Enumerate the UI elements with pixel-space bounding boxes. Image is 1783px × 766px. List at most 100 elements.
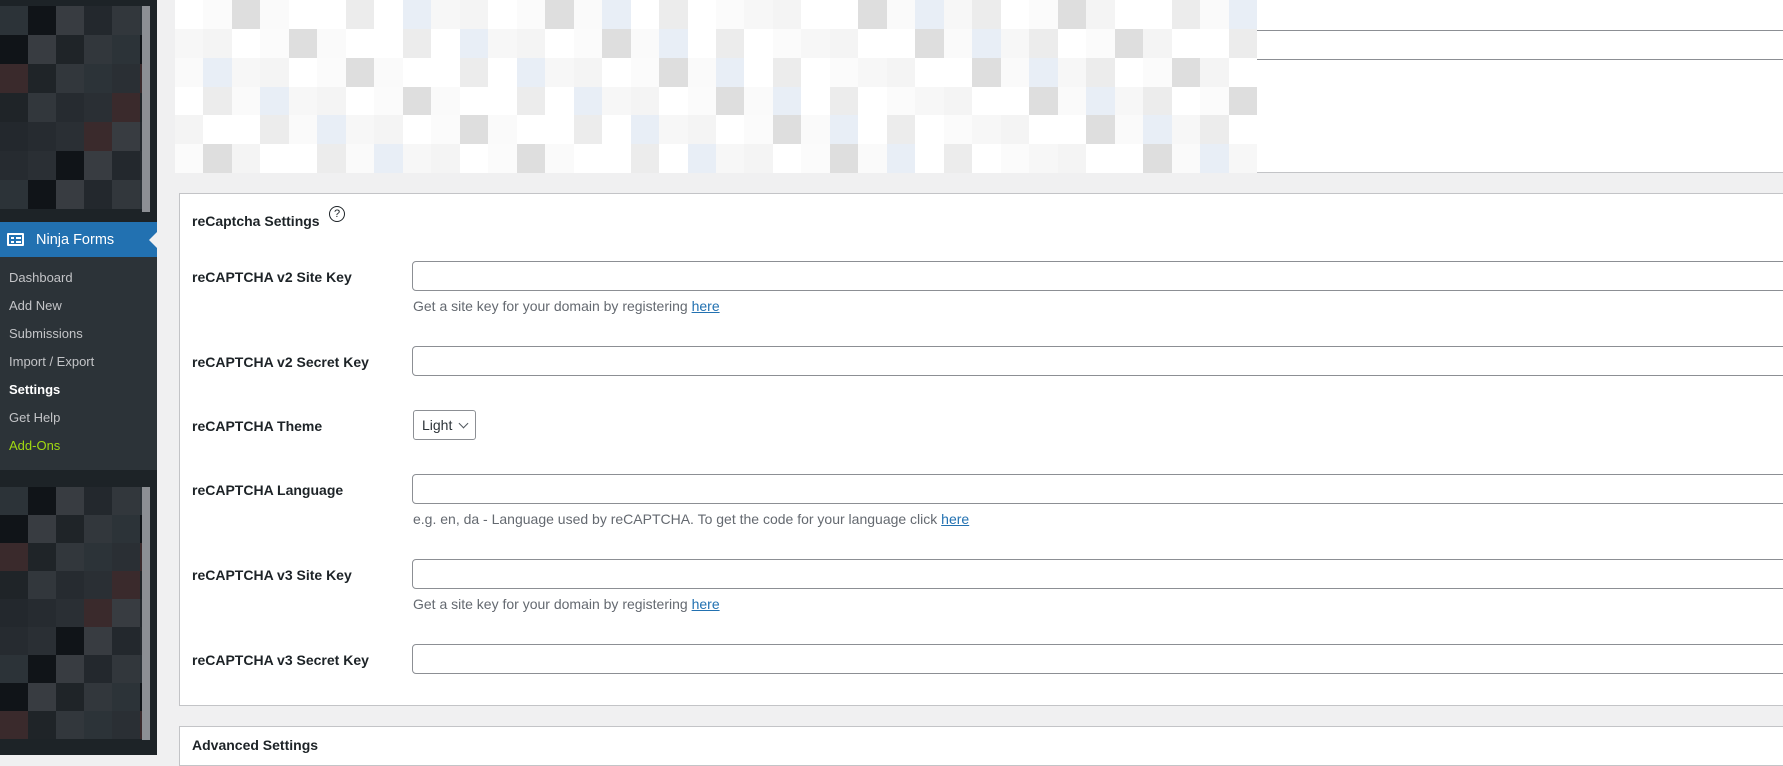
redaction-cell: [886, 28, 916, 58]
redaction-cell: [772, 144, 802, 173]
redaction-cell: [602, 144, 631, 173]
redaction-cell: [28, 122, 56, 151]
redaction-cell: [288, 28, 318, 58]
redaction-cell: [288, 57, 318, 87]
redaction-cell: [459, 0, 489, 29]
redaction-cell: [801, 86, 830, 116]
submenu-import-export[interactable]: Import / Export: [0, 348, 157, 376]
redaction-cell: [203, 115, 232, 145]
redaction-cell: [28, 599, 56, 627]
v2-site-key-input[interactable]: [412, 261, 1783, 291]
redaction-cell: [1057, 57, 1087, 87]
redaction-cell: [1057, 115, 1087, 145]
theme-select-value: Light: [422, 417, 453, 433]
submenu-submissions[interactable]: Submissions: [0, 320, 157, 348]
redaction-cell: [431, 0, 460, 29]
redaction-cell: [84, 122, 112, 151]
v3-secret-key-input[interactable]: [412, 644, 1783, 674]
v3-site-key-register-link[interactable]: here: [692, 596, 720, 612]
language-input[interactable]: [412, 474, 1783, 504]
redaction-cell: [56, 487, 84, 515]
submenu-dashboard[interactable]: Dashboard: [0, 264, 157, 292]
sidebar-scrollbar-bottom[interactable]: [142, 487, 150, 740]
redaction-cell: [345, 115, 375, 145]
redaction-cell: [288, 144, 318, 173]
redaction-cell: [84, 6, 112, 35]
redaction-cell: [203, 57, 232, 87]
redaction-cell: [915, 0, 944, 29]
redaction-cell: [175, 57, 204, 87]
redaction-cell: [858, 57, 887, 87]
menu-ninja-forms-label: Ninja Forms: [36, 231, 115, 248]
redaction-cell: [716, 28, 745, 58]
redaction-cell: [402, 115, 432, 145]
redaction-cell: [858, 0, 887, 29]
redaction-cell: [1171, 57, 1201, 87]
redaction-cell: [175, 28, 204, 58]
redaction-cell: [1228, 115, 1257, 145]
redaction-cell: [602, 28, 631, 58]
help-icon[interactable]: ?: [329, 206, 345, 222]
redaction-cell: [28, 627, 56, 655]
redaction-cell: [1171, 28, 1201, 58]
redaction-cell: [488, 28, 517, 58]
redaction-cell: [516, 115, 546, 145]
theme-select[interactable]: Light: [413, 410, 477, 440]
redaction-cell: [1114, 0, 1144, 29]
redaction-cell: [488, 0, 517, 29]
redaction-cell: [659, 57, 688, 87]
redaction-cell: [1171, 115, 1201, 145]
redaction-cell: [716, 0, 745, 29]
redaction-cell: [943, 57, 973, 87]
redaction-cell: [630, 57, 660, 87]
redaction-cell: [516, 144, 546, 173]
redaction-cell: [602, 57, 631, 87]
redaction-cell: [84, 180, 112, 209]
v2-site-key-register-link[interactable]: here: [692, 298, 720, 314]
redaction-cell: [972, 57, 1001, 87]
submenu-add-ons[interactable]: Add-Ons: [0, 432, 157, 460]
redaction-cell: [1143, 144, 1172, 173]
redacted-menu-bottom: [0, 487, 150, 740]
menu-ninja-forms[interactable]: Ninja Forms: [0, 222, 157, 257]
submenu-add-new[interactable]: Add New: [0, 292, 157, 320]
redaction-cell: [545, 86, 574, 116]
redaction-cell: [972, 0, 1001, 29]
redaction-cell: [0, 93, 28, 122]
sidebar-scrollbar-top[interactable]: [142, 6, 150, 212]
redaction-cell: [1057, 144, 1087, 173]
v3-site-key-input[interactable]: [412, 559, 1783, 589]
submenu-settings[interactable]: Settings: [0, 376, 157, 404]
active-menu-arrow: [149, 232, 157, 248]
redaction-cell: [1228, 86, 1257, 116]
redaction-cell: [829, 86, 859, 116]
redaction-cell: [345, 0, 375, 29]
redaction-cell: [886, 0, 916, 29]
redaction-cell: [84, 35, 112, 64]
redaction-cell: [1228, 144, 1257, 173]
redaction-cell: [84, 711, 112, 739]
redaction-cell: [0, 599, 28, 627]
redaction-cell: [402, 28, 432, 58]
ninja-forms-submenu: Dashboard Add New Submissions Import / E…: [0, 257, 157, 470]
redaction-cell: [1114, 28, 1144, 58]
redaction-cell: [459, 28, 489, 58]
theme-label: reCAPTCHA Theme: [192, 418, 323, 434]
redaction-cell: [1143, 28, 1172, 58]
redaction-cell: [1200, 28, 1229, 58]
redaction-cell: [431, 28, 460, 58]
language-code-link[interactable]: here: [941, 511, 969, 527]
redaction-cell: [0, 6, 28, 35]
redaction-cell: [1143, 86, 1172, 116]
redaction-cell: [345, 144, 375, 173]
redaction-cell: [28, 487, 56, 515]
v2-secret-key-input[interactable]: [412, 346, 1783, 376]
submenu-get-help[interactable]: Get Help: [0, 404, 157, 432]
redaction-cell: [374, 144, 403, 173]
redaction-cell: [56, 655, 84, 683]
redaction-cell: [112, 599, 140, 627]
redaction-cell: [112, 515, 140, 543]
redaction-cell: [943, 115, 973, 145]
input-border-top: [1257, 30, 1783, 31]
redaction-cell: [112, 180, 140, 209]
